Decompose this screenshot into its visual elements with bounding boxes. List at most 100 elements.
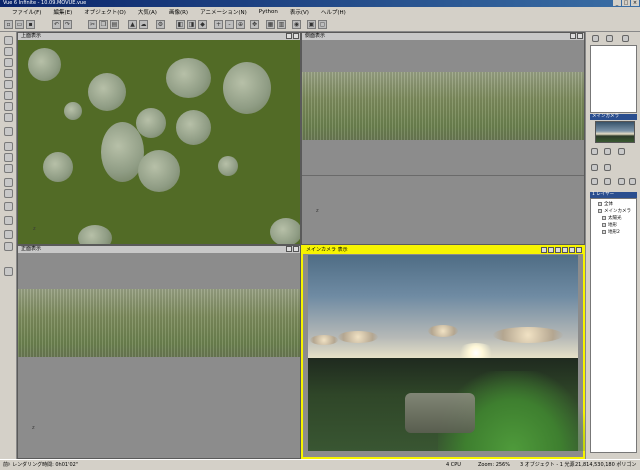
library-icon[interactable] <box>622 35 629 42</box>
cylinder-tool-icon[interactable] <box>4 47 13 56</box>
viewport-canvas[interactable]: z <box>18 40 300 244</box>
sun-position-icon[interactable] <box>604 148 611 155</box>
layout-icon[interactable]: ▦ <box>266 20 275 29</box>
side-viewport[interactable]: 側面表示 z <box>301 32 585 245</box>
menu-view[interactable]: 表示(V) <box>284 8 315 16</box>
copy-icon[interactable]: ❐ <box>99 20 108 29</box>
top-viewport[interactable]: 上面表示 z <box>17 32 301 245</box>
zoom-out-icon[interactable]: - <box>225 20 234 29</box>
group-tool-icon[interactable] <box>4 267 13 276</box>
layer-item[interactable]: 太陽光 <box>602 215 622 221</box>
camera-viewport[interactable]: メインカメラ 表示 <box>301 245 588 459</box>
menu-object[interactable]: オブジェクト(O) <box>78 8 132 16</box>
render-area-icon[interactable]: ◨ <box>187 20 196 29</box>
menu-animation[interactable]: アニメーション(N) <box>194 8 253 16</box>
viewport-minimize-icon[interactable] <box>569 247 575 253</box>
grid-small-icon[interactable] <box>618 178 625 185</box>
terrain-icon[interactable]: ▲ <box>128 20 137 29</box>
viewport-canvas[interactable]: z <box>302 40 584 244</box>
zoom-fit-icon[interactable]: ⊕ <box>236 20 245 29</box>
camera-fov-icon[interactable] <box>562 247 568 253</box>
maximize-button[interactable]: □ <box>622 0 630 6</box>
menu-edit[interactable]: 編集(E) <box>47 8 78 16</box>
viewport-minimize-icon[interactable] <box>570 33 576 39</box>
viewport-title: 正面表示 <box>21 246 42 252</box>
water-tool-icon[interactable] <box>4 142 13 151</box>
cone-tool-icon[interactable] <box>4 69 13 78</box>
settings-icon[interactable]: ⚙ <box>156 20 165 29</box>
sphere-tool-icon[interactable] <box>4 36 13 45</box>
menu-render[interactable]: 画像(R) <box>163 8 194 16</box>
camera-rotate-icon[interactable] <box>555 247 561 253</box>
render-icon[interactable]: ◧ <box>176 20 185 29</box>
menu-file[interactable]: ファイル(F) <box>6 8 47 16</box>
save-icon[interactable]: ▪ <box>26 20 35 29</box>
bulb-tool-icon[interactable] <box>4 216 13 225</box>
menu-help[interactable]: ヘルプ(H) <box>315 8 352 16</box>
paste-icon[interactable]: ▤ <box>110 20 119 29</box>
options-icon[interactable] <box>629 178 636 185</box>
layer-list[interactable]: 全体 メインカメラ 太陽光 地形 地形2 <box>590 198 637 453</box>
camera-icon[interactable]: ◉ <box>292 20 301 29</box>
render-preview-icon[interactable]: ▣ <box>307 20 316 29</box>
layer-item[interactable]: 地形2 <box>602 229 620 235</box>
viewport-minimize-icon[interactable] <box>286 33 292 39</box>
layer-item[interactable]: 全体 <box>598 201 613 207</box>
torus-tool-icon[interactable] <box>4 91 13 100</box>
viewport-canvas[interactable]: z <box>18 253 300 458</box>
undo-icon[interactable]: ↶ <box>52 20 61 29</box>
rock-tool-icon[interactable] <box>4 189 13 198</box>
down-arrow-icon[interactable] <box>604 164 611 171</box>
plane-tool-icon[interactable] <box>4 102 13 111</box>
ground-tool-icon[interactable] <box>4 153 13 162</box>
terrain-tool-icon[interactable] <box>4 127 13 136</box>
tree-cluster <box>223 62 271 114</box>
viewport-maximize-icon[interactable] <box>293 246 299 252</box>
new-file-icon[interactable]: ▫ <box>4 20 13 29</box>
close-button[interactable]: × <box>631 0 639 6</box>
cut-icon[interactable]: ✂ <box>88 20 97 29</box>
redo-icon[interactable]: ↷ <box>63 20 72 29</box>
zoom-in-icon[interactable]: + <box>214 20 223 29</box>
terrain-layer-icon <box>602 223 606 227</box>
axis-label: z <box>32 425 35 431</box>
figure-tool-icon[interactable] <box>4 230 13 239</box>
cloud <box>338 331 378 343</box>
tree-layer <box>302 72 584 140</box>
cube-tool-icon[interactable] <box>4 80 13 89</box>
viewport-header: 正面表示 <box>18 246 300 253</box>
pyramid-tool-icon[interactable] <box>4 113 13 122</box>
viewport-minimize-icon[interactable] <box>286 246 292 252</box>
pan-icon[interactable]: ✥ <box>250 20 259 29</box>
grid-icon[interactable]: ▥ <box>277 20 286 29</box>
open-file-icon[interactable]: ▭ <box>15 20 24 29</box>
layer-item[interactable]: 地形 <box>602 222 617 228</box>
minimize-button[interactable]: _ <box>613 0 621 6</box>
camera-small-icon[interactable] <box>591 178 598 185</box>
viewport-maximize-icon[interactable] <box>293 33 299 39</box>
camera-zoom-icon[interactable] <box>541 247 547 253</box>
viewport-maximize-icon[interactable] <box>577 33 583 39</box>
light-tool-icon[interactable] <box>4 202 13 211</box>
menu-python[interactable]: Python <box>253 9 284 15</box>
cloud-tool-icon[interactable] <box>4 164 13 173</box>
viewport-maximize-icon[interactable] <box>576 247 582 253</box>
camera-pan-icon[interactable] <box>548 247 554 253</box>
boolean-tool-icon[interactable] <box>4 242 13 251</box>
nav-arrow-icon[interactable] <box>591 148 598 155</box>
text-tool-icon[interactable] <box>4 58 13 67</box>
palette-icon[interactable]: ◆ <box>198 20 207 29</box>
front-viewport[interactable]: 正面表示 z <box>17 245 301 459</box>
menu-atmosphere[interactable]: 大気(A) <box>132 8 163 16</box>
layer-item[interactable]: メインカメラ <box>598 208 631 214</box>
light-icon[interactable] <box>591 164 598 171</box>
plant-tool-icon[interactable] <box>4 178 13 187</box>
camera-node-icon[interactable] <box>618 148 625 155</box>
cloud-icon[interactable]: ☁ <box>139 20 148 29</box>
target-icon[interactable] <box>604 178 611 185</box>
layers-icon[interactable] <box>606 35 613 42</box>
zoom-text: Zoom: 256% <box>478 462 510 468</box>
render-settings-icon[interactable]: ▢ <box>318 20 327 29</box>
wrench-icon[interactable] <box>592 35 599 42</box>
right-panel: メインカメラ 1 レイヤー 全体 メインカメラ 太陽光 地形 地形2 <box>585 32 640 459</box>
